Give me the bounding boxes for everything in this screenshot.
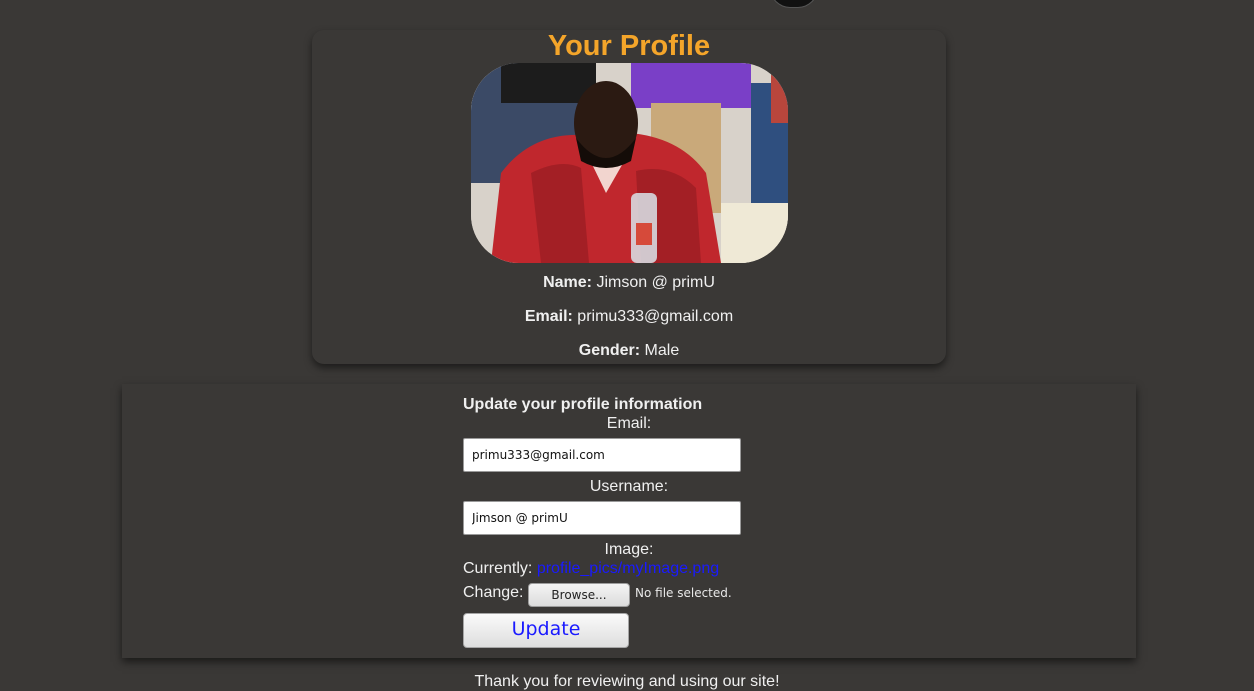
- image-field-label: Image:: [604, 541, 654, 558]
- nav-avatar[interactable]: [770, 0, 818, 8]
- profile-card: Your Profile Name: Jimson @ primU Email:…: [312, 30, 946, 364]
- email-label: Email:: [524, 308, 573, 325]
- page-title: Your Profile: [547, 30, 711, 62]
- email-value: primu333@gmail.com: [577, 308, 734, 325]
- update-profile-card: Update your profile information Email: U…: [122, 384, 1136, 658]
- profile-photo: [471, 63, 788, 263]
- form-heading: Update your profile information: [463, 396, 703, 413]
- update-button[interactable]: Update: [463, 613, 629, 648]
- email-field-label: Email:: [606, 415, 652, 432]
- currently-label: Currently:: [463, 560, 533, 577]
- profile-name: Name: Jimson @ primU: [312, 273, 946, 293]
- browse-button[interactable]: Browse...: [528, 583, 630, 607]
- name-value: Jimson @ primU: [596, 274, 715, 291]
- current-image-link[interactable]: profile_pics/myImage.png: [537, 560, 719, 577]
- username-field[interactable]: [463, 501, 741, 535]
- gender-value: Male: [644, 342, 680, 359]
- profile-gender: Gender: Male: [312, 341, 946, 361]
- email-field[interactable]: [463, 438, 741, 472]
- username-field-label: Username:: [589, 478, 669, 495]
- gender-label: Gender:: [578, 342, 641, 359]
- name-label: Name:: [543, 274, 592, 291]
- current-image-line: Currently: profile_pics/myImage.png: [463, 560, 719, 578]
- profile-email: Email: primu333@gmail.com: [312, 307, 946, 327]
- footer-message: Thank you for reviewing and using our si…: [474, 673, 780, 690]
- change-label: Change:: [463, 584, 524, 601]
- file-status-text: No file selected.: [635, 586, 732, 600]
